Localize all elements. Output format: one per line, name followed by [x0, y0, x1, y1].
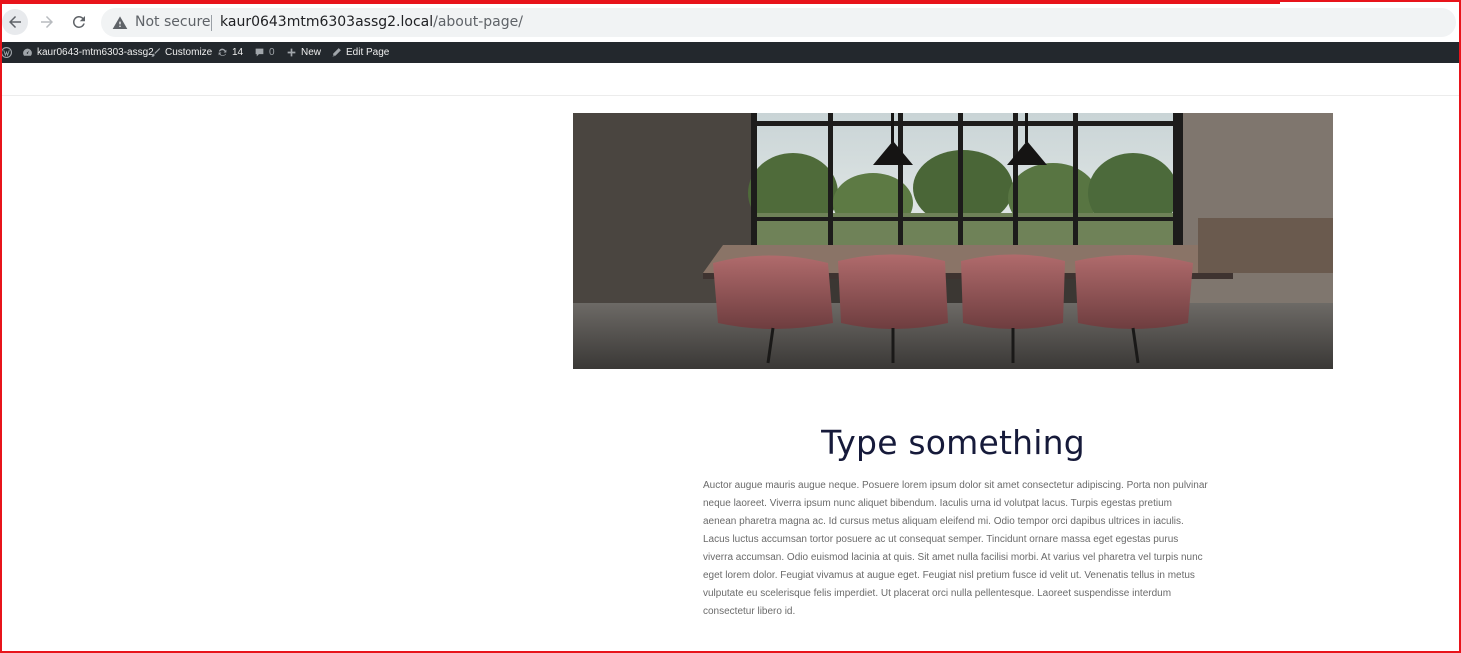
new-content-link[interactable]: New: [286, 42, 321, 63]
url-path: /about-page/: [433, 14, 523, 30]
address-bar[interactable]: Not secure kaur0643mtm6303assg2.local/ab…: [101, 8, 1456, 37]
browser-toolbar: Not secure kaur0643mtm6303assg2.local/ab…: [0, 0, 1461, 42]
dashboard-icon: [23, 48, 32, 56]
edit-page-label: Edit Page: [346, 47, 390, 58]
security-label[interactable]: Not secure: [135, 14, 211, 30]
forward-button[interactable]: [34, 9, 60, 35]
arrow-right-icon: [41, 16, 53, 28]
url-text[interactable]: kaur0643mtm6303assg2.local/about-page/: [220, 14, 523, 30]
wordpress-menu[interactable]: [1, 42, 12, 63]
address-divider: [211, 15, 212, 31]
pencil-icon: [332, 48, 341, 57]
arrow-left-icon: [9, 16, 21, 28]
comment-icon: [255, 48, 264, 57]
customize-link[interactable]: Customize: [150, 42, 212, 63]
comments-link[interactable]: 0: [254, 42, 275, 63]
comments-count: 0: [269, 47, 275, 58]
back-button[interactable]: [2, 9, 28, 35]
page-title: Type something: [821, 423, 1085, 462]
site-name-link[interactable]: kaur0643-mtm6303-assg2: [22, 42, 154, 63]
window-top-border: [0, 0, 1280, 4]
reload-button[interactable]: [66, 9, 92, 35]
edit-page-link[interactable]: Edit Page: [331, 42, 389, 63]
paintbrush-icon: [151, 48, 161, 57]
site-name: kaur0643-mtm6303-assg2: [37, 47, 154, 58]
updates-icon: [218, 48, 227, 56]
new-label: New: [301, 47, 322, 58]
url-host: kaur0643mtm6303assg2.local: [220, 14, 434, 30]
featured-image: [573, 113, 1333, 369]
reload-icon: [72, 15, 85, 28]
page-body-text: Auctor augue mauris augue neque. Posuere…: [703, 480, 1208, 617]
site-header-divider: [0, 95, 1461, 96]
updates-count: 14: [232, 47, 244, 58]
customize-label: Customize: [165, 47, 213, 58]
plus-icon: [287, 48, 296, 57]
wp-admin-bar: kaur0643-mtm6303-assg2 Customize 14 0 Ne…: [0, 42, 1461, 63]
warning-icon[interactable]: [112, 15, 128, 31]
updates-link[interactable]: 14: [217, 42, 243, 63]
wordpress-logo-icon: [1, 47, 12, 58]
